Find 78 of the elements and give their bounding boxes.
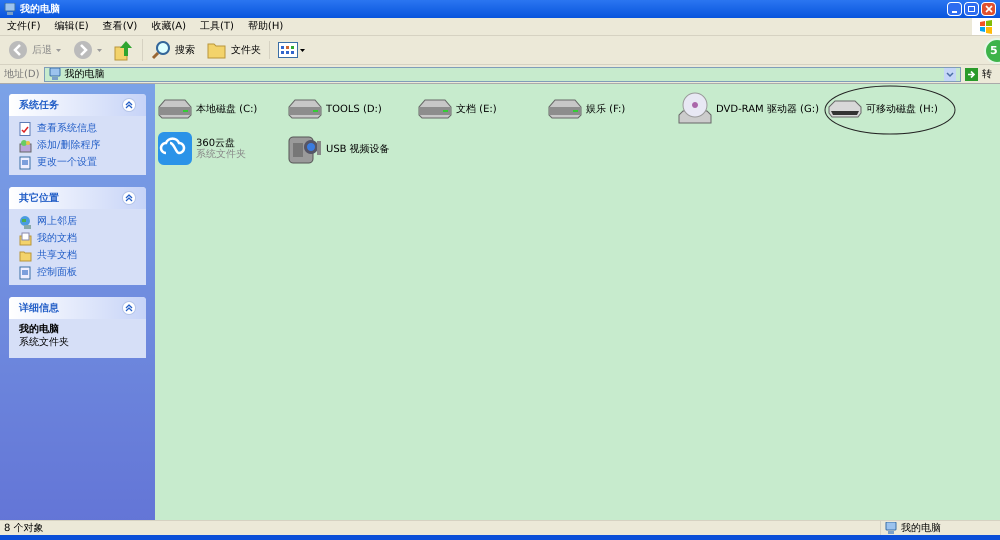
- drive-item[interactable]: TOOLS (D:): [287, 90, 382, 128]
- collapse-chevron-icon: [125, 101, 133, 109]
- drive-item[interactable]: 360云盘 系统文件夹: [157, 130, 246, 168]
- views-grid-icon: [278, 42, 298, 58]
- panel-title: 其它位置: [19, 191, 59, 206]
- folder-icon: [19, 250, 32, 262]
- drive-label: TOOLS (D:): [326, 104, 382, 114]
- search-icon: [151, 40, 171, 60]
- drive-item[interactable]: 娱乐 (F:): [547, 90, 626, 128]
- caret-icon: [300, 48, 305, 52]
- collapse-chevron-icon: [125, 304, 133, 312]
- globe-computer-icon: [19, 214, 32, 228]
- computer-icon: [4, 2, 16, 16]
- cloud-app-icon: [157, 131, 193, 167]
- menu-item[interactable]: 查看(V): [96, 19, 144, 34]
- task-link[interactable]: 控制面板: [37, 265, 77, 280]
- minimize-button[interactable]: [947, 2, 962, 16]
- go-arrow-icon: [965, 68, 978, 80]
- task-link[interactable]: 网上邻居: [37, 214, 77, 229]
- menu-item[interactable]: 编辑(E): [48, 19, 96, 34]
- drive-item[interactable]: DVD-RAM 驱动器 (G:): [677, 90, 819, 128]
- drive-type: 系统文件夹: [196, 149, 246, 160]
- task-link[interactable]: 我的文档: [37, 231, 77, 246]
- drive-label: 本地磁盘 (C:): [196, 104, 258, 114]
- drive-label: 可移动磁盘 (H:): [866, 104, 938, 114]
- details-type: 系统文件夹: [19, 337, 70, 350]
- search-button[interactable]: 搜索: [147, 40, 199, 60]
- task-link[interactable]: 更改一个设置: [37, 155, 97, 170]
- panel-title: 系统任务: [19, 98, 59, 112]
- drive-item[interactable]: USB 视频设备: [287, 130, 390, 168]
- collapse-chevron-icon: [125, 194, 133, 202]
- hard-drive-icon: [157, 98, 193, 120]
- menu-item[interactable]: 文件(F): [0, 19, 48, 34]
- software-box-icon: [19, 138, 32, 152]
- drive-label: DVD-RAM 驱动器 (G:): [716, 104, 819, 114]
- folder-up-icon: [114, 39, 134, 61]
- drive-label: USB 视频设备: [326, 144, 390, 154]
- menu-item[interactable]: 帮助(H): [240, 19, 290, 34]
- close-button[interactable]: [981, 2, 996, 16]
- status-location: 我的电脑: [901, 522, 941, 536]
- menu-item[interactable]: 收藏(A): [144, 19, 193, 34]
- task-link[interactable]: 添加/删除程序: [37, 138, 100, 153]
- hard-drive-icon: [417, 98, 453, 120]
- documents-folder-icon: [19, 232, 32, 246]
- collapse-button[interactable]: [122, 301, 136, 315]
- address-field[interactable]: 我的电脑: [44, 66, 961, 82]
- drive-label: 360云盘: [196, 138, 236, 149]
- collapse-button[interactable]: [122, 98, 136, 112]
- status-text: 8 个对象: [3, 522, 44, 536]
- drive-item[interactable]: 本地磁盘 (C:): [157, 90, 258, 128]
- hard-drive-icon: [287, 98, 323, 120]
- task-link[interactable]: 共享文档: [37, 248, 77, 263]
- dropdown-icon[interactable]: [944, 68, 956, 80]
- document-check-icon: [19, 122, 32, 136]
- task-link[interactable]: 查看系统信息: [37, 121, 97, 136]
- caret-icon: [97, 48, 102, 52]
- restore-button[interactable]: [964, 2, 979, 16]
- panel-title: 详细信息: [19, 301, 59, 316]
- window-title: 我的电脑: [20, 2, 60, 16]
- details-name: 我的电脑: [19, 324, 60, 335]
- close-icon: [984, 5, 992, 13]
- folders-button[interactable]: 文件夹: [203, 41, 270, 59]
- caret-icon: [56, 48, 61, 52]
- collapse-button[interactable]: [122, 191, 136, 205]
- drive-label: 娱乐 (F:): [586, 104, 626, 114]
- address-label: 地址(D): [4, 68, 40, 82]
- removable-drive-icon: [827, 98, 863, 120]
- folder-icon: [207, 41, 227, 59]
- menu-item[interactable]: 工具(T): [193, 19, 241, 34]
- windows-flag-icon: [979, 20, 993, 34]
- drive-label: 文档 (E:): [456, 104, 497, 114]
- hard-drive-icon: [547, 98, 583, 120]
- go-button[interactable]: 转: [965, 66, 1000, 82]
- control-panel-icon: [19, 156, 32, 170]
- control-panel-icon: [19, 266, 32, 280]
- computer-icon: [885, 522, 897, 534]
- computer-icon: [48, 68, 61, 80]
- drive-item[interactable]: 文档 (E:): [417, 90, 497, 128]
